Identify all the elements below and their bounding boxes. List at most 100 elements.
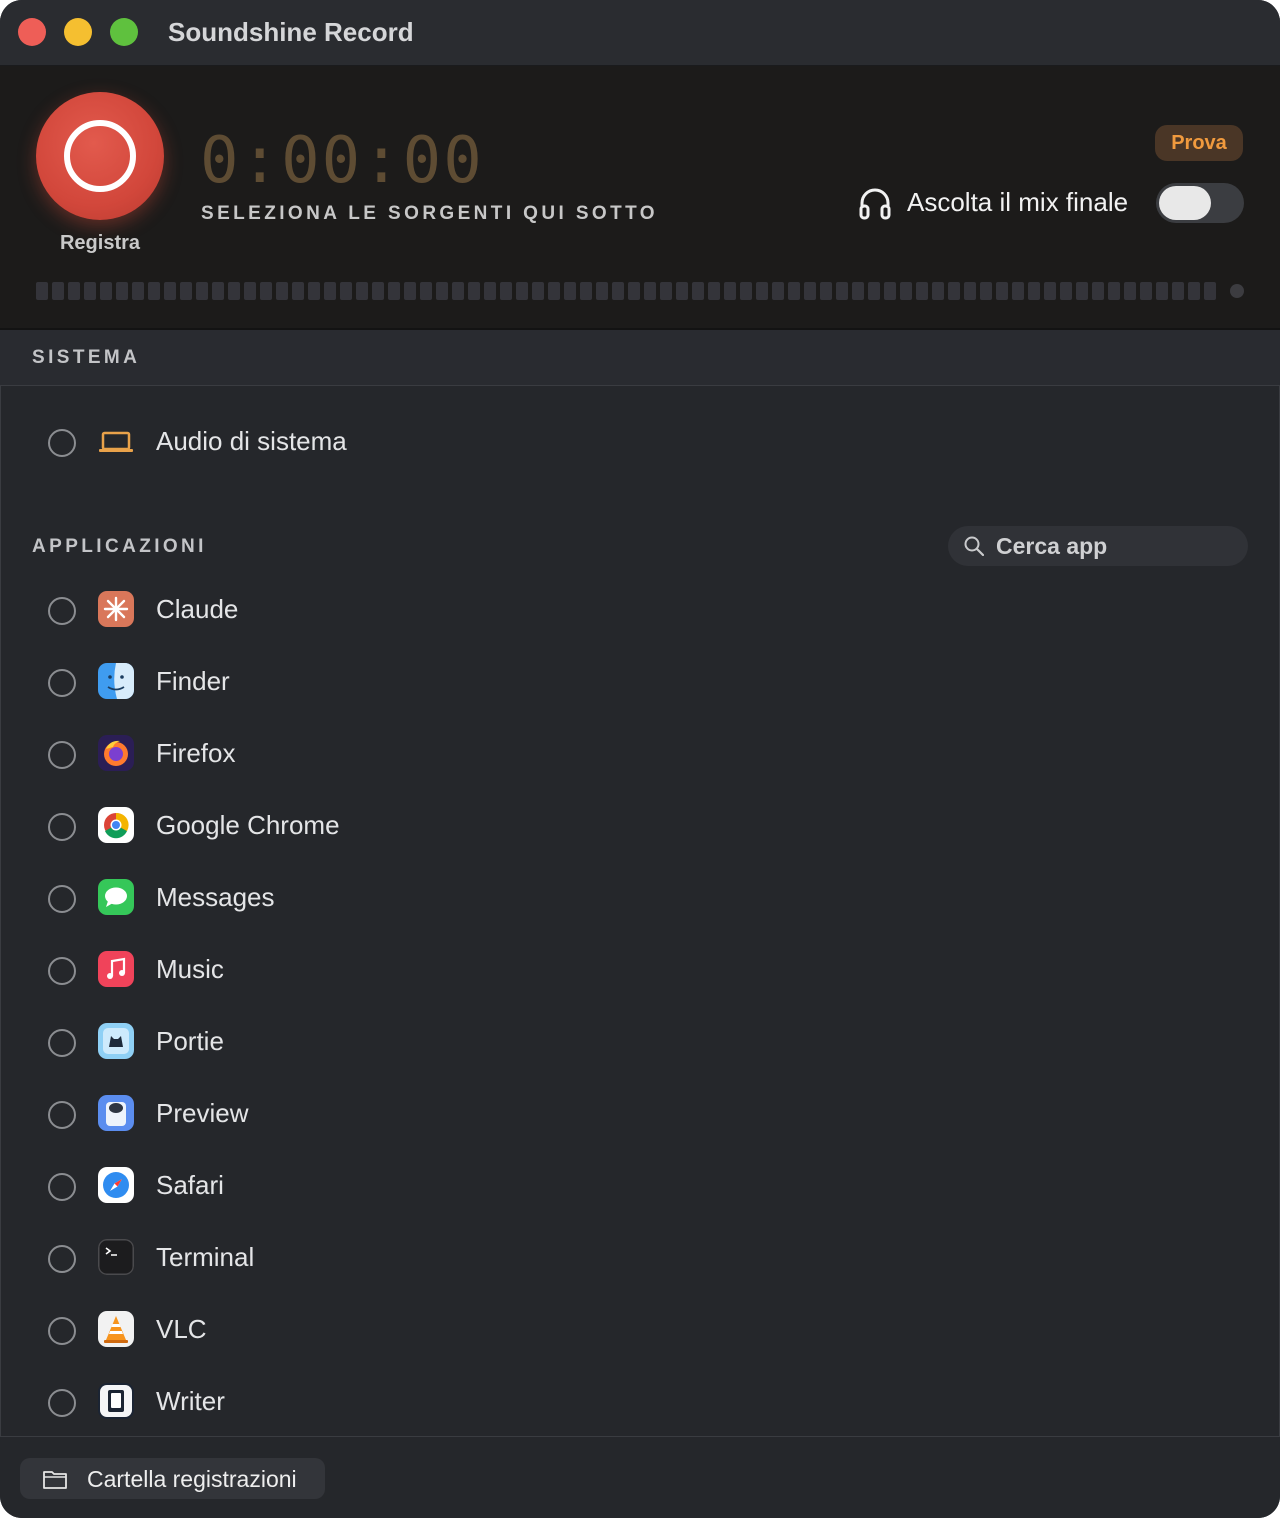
messages-icon — [98, 879, 134, 915]
meter-segment — [916, 282, 928, 300]
app-label: Claude — [156, 594, 239, 624]
laptop-icon — [99, 431, 133, 452]
meter-segment — [788, 282, 800, 300]
meter-segment — [516, 282, 528, 300]
app-label: VLC — [156, 1314, 207, 1344]
recorder-panel: Registra 0:00:00 SELEZIONA LE SORGENTI Q… — [0, 66, 1280, 330]
trial-badge[interactable]: Prova — [1155, 125, 1243, 161]
radio-button[interactable] — [48, 741, 76, 769]
meter-segment — [692, 282, 704, 300]
radio-button[interactable] — [48, 813, 76, 841]
meter-segment — [820, 282, 832, 300]
radio-button[interactable] — [48, 429, 76, 457]
meter-segment — [708, 282, 720, 300]
zoom-window-button[interactable] — [110, 18, 138, 46]
meter-segment — [612, 282, 624, 300]
record-button[interactable] — [36, 92, 164, 220]
meter-segment — [388, 282, 400, 300]
app-row-firefox[interactable]: Firefox — [0, 727, 1280, 783]
recordings-folder-label: Cartella registrazioni — [87, 1466, 297, 1492]
meter-segment — [740, 282, 752, 300]
meter-segment — [868, 282, 880, 300]
system-section-title: SISTEMA — [32, 347, 141, 368]
meter-segment — [1156, 282, 1168, 300]
source-row-system-audio[interactable]: Audio di sistema — [0, 415, 1280, 471]
radio-button[interactable] — [48, 597, 76, 625]
meter-peak-indicator — [1230, 284, 1244, 298]
meter-segment — [532, 282, 544, 300]
meter-segment — [228, 282, 240, 300]
safari-icon — [98, 1167, 134, 1203]
radio-button[interactable] — [48, 669, 76, 697]
search-input[interactable] — [996, 526, 1236, 566]
app-row-google-chrome[interactable]: Google Chrome — [0, 799, 1280, 855]
preview-icon — [98, 1095, 134, 1131]
meter-segment — [132, 282, 144, 300]
app-row-writer[interactable]: Writer — [0, 1375, 1280, 1431]
meter-segment — [548, 282, 560, 300]
firefox-icon — [98, 735, 134, 771]
recordings-folder-button[interactable]: Cartella registrazioni — [20, 1458, 325, 1499]
meter-segment — [212, 282, 224, 300]
radio-button[interactable] — [48, 1173, 76, 1201]
app-row-portie[interactable]: Portie — [0, 1015, 1280, 1071]
meter-segment — [900, 282, 912, 300]
app-label: Writer — [156, 1386, 225, 1416]
meter-segment — [180, 282, 192, 300]
app-label: Terminal — [156, 1242, 255, 1272]
app-row-music[interactable]: Music — [0, 943, 1280, 999]
meter-segment — [468, 282, 480, 300]
meter-segment — [164, 282, 176, 300]
meter-segment — [804, 282, 816, 300]
meter-segment — [1028, 282, 1040, 300]
app-row-finder[interactable]: Finder — [0, 655, 1280, 711]
search-icon — [964, 536, 984, 556]
meter-segment — [676, 282, 688, 300]
app-row-claude[interactable]: Claude — [0, 583, 1280, 639]
radio-button[interactable] — [48, 1317, 76, 1345]
meter-segment — [564, 282, 576, 300]
meter-segment — [852, 282, 864, 300]
meter-segment — [596, 282, 608, 300]
radio-button[interactable] — [48, 1245, 76, 1273]
meter-segment — [116, 282, 128, 300]
app-search-box[interactable] — [948, 526, 1248, 566]
app-label: Portie — [156, 1026, 224, 1056]
meter-segment — [308, 282, 320, 300]
meter-segment — [580, 282, 592, 300]
app-row-preview[interactable]: Preview — [0, 1087, 1280, 1143]
meter-segment — [964, 282, 976, 300]
minimize-window-button[interactable] — [64, 18, 92, 46]
meter-segment — [1060, 282, 1072, 300]
radio-button[interactable] — [48, 957, 76, 985]
meter-segment — [500, 282, 512, 300]
meter-segment — [1092, 282, 1104, 300]
app-label: Preview — [156, 1098, 249, 1128]
app-window: Soundshine Record Registra 0:00:00 SELEZ… — [0, 0, 1280, 1518]
app-row-vlc[interactable]: VLC — [0, 1303, 1280, 1359]
app-row-messages[interactable]: Messages — [0, 871, 1280, 927]
listen-mix-toggle[interactable] — [1156, 183, 1244, 223]
meter-segment — [772, 282, 784, 300]
music-icon — [98, 951, 134, 987]
close-window-button[interactable] — [18, 18, 46, 46]
radio-button[interactable] — [48, 1389, 76, 1417]
meter-segment — [68, 282, 80, 300]
meter-segment — [1076, 282, 1088, 300]
app-row-terminal[interactable]: Terminal — [0, 1231, 1280, 1287]
meter-segment — [260, 282, 272, 300]
app-label: Finder — [156, 666, 230, 696]
meter-segment — [724, 282, 736, 300]
radio-button[interactable] — [48, 1029, 76, 1057]
app-row-safari[interactable]: Safari — [0, 1159, 1280, 1215]
meter-segment — [36, 282, 48, 300]
meter-segment — [100, 282, 112, 300]
meter-segment — [644, 282, 656, 300]
radio-button[interactable] — [48, 1101, 76, 1129]
chrome-icon — [98, 807, 134, 843]
meter-segment — [1188, 282, 1200, 300]
meter-segment — [196, 282, 208, 300]
radio-button[interactable] — [48, 885, 76, 913]
elapsed-timer: 0:00:00 — [200, 124, 484, 198]
meter-segment — [980, 282, 992, 300]
